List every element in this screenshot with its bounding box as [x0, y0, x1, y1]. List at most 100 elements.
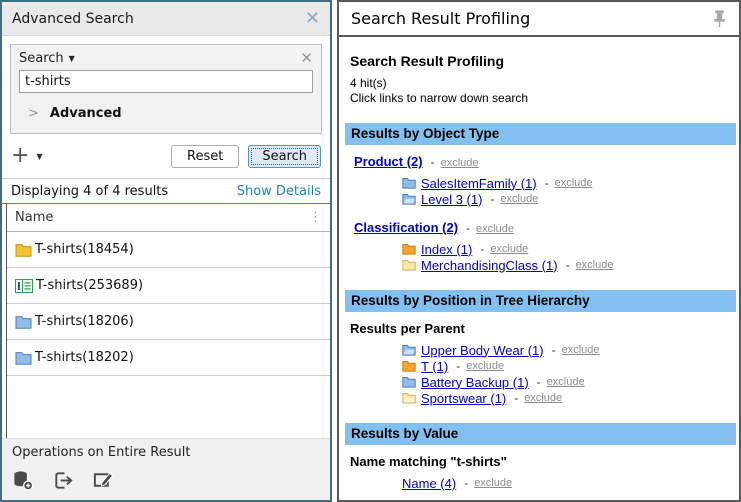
results-per-parent-heading: Results per Parent: [350, 321, 735, 336]
profiling-link[interactable]: Battery Backup (1): [421, 375, 529, 390]
profiling-link[interactable]: Name (4): [402, 476, 456, 491]
exclude-link[interactable]: exclude: [562, 344, 600, 356]
narrow-hint: Click links to narrow down search: [350, 91, 735, 106]
name-column-header[interactable]: Name: [15, 210, 53, 225]
profiling-link[interactable]: Upper Body Wear (1): [421, 343, 544, 358]
search-toolbar: + ▼ Reset Search: [2, 134, 330, 178]
result-label: T-shirts(253689): [36, 278, 143, 293]
search-button[interactable]: Search: [248, 145, 321, 168]
dash-separator: -: [552, 343, 556, 357]
search-type-dropdown[interactable]: Search: [19, 51, 64, 66]
exclude-link[interactable]: exclude: [476, 223, 514, 235]
advanced-search-titlebar: Advanced Search ✕: [2, 2, 330, 36]
profiling-link[interactable]: Level 3 (1): [421, 192, 482, 207]
advanced-label: Advanced: [50, 106, 122, 121]
dash-separator: -: [480, 242, 484, 256]
child-row: MerchandisingClass (1) - exclude: [402, 257, 735, 273]
dash-separator: -: [431, 155, 435, 169]
hit-count: 4 hit(s): [350, 76, 735, 91]
panel-title: Search Result Profiling: [351, 9, 530, 28]
profiling-heading: Search Result Profiling: [350, 53, 735, 69]
exclude-link[interactable]: exclude: [555, 177, 593, 189]
column-menu-icon[interactable]: ⋮: [309, 211, 322, 224]
panel-title: Advanced Search: [12, 11, 134, 27]
profiling-link[interactable]: MerchandisingClass (1): [421, 258, 558, 273]
profiling-link[interactable]: Index (1): [421, 242, 472, 257]
profiling-link[interactable]: Sportswear (1): [421, 391, 506, 406]
add-criterion-button[interactable]: +: [11, 145, 29, 167]
exclude-link[interactable]: exclude: [490, 243, 528, 255]
dash-separator: -: [466, 221, 470, 235]
profiling-link[interactable]: SalesItemFamily (1): [421, 176, 537, 191]
exclude-link[interactable]: exclude: [547, 376, 585, 388]
profiling-content: Search Result Profiling 4 hit(s) Click l…: [339, 37, 739, 500]
folder-blue-icon: [15, 315, 32, 329]
search-criteria-box: Search ▼ ✕ > Advanced: [10, 44, 322, 134]
dash-separator: -: [464, 476, 468, 490]
dash-separator: -: [456, 359, 460, 373]
child-row: SalesItemFamily (1) - exclude: [402, 175, 735, 191]
clear-criterion-icon[interactable]: ✕: [300, 51, 313, 66]
chevron-down-icon[interactable]: ▼: [69, 54, 75, 63]
folder-blue-icon: [15, 351, 32, 365]
folder-pale-yellow-open-icon: [402, 392, 416, 404]
child-row: Level 3 (1) - exclude: [402, 191, 735, 207]
profiling-link[interactable]: Product (2): [354, 154, 423, 169]
profiling-link[interactable]: T (1): [421, 359, 448, 374]
exclude-link[interactable]: exclude: [441, 157, 479, 169]
section-header-value: Results by Value: [345, 423, 736, 445]
search-result-profiling-panel: Search Result Profiling Search Result Pr…: [337, 0, 741, 502]
add-result-to-database-icon[interactable]: [12, 469, 35, 492]
folder-blue-icon: [402, 177, 416, 189]
name-matching-heading: Name matching "t-shirts": [350, 454, 735, 469]
exclude-link[interactable]: exclude: [466, 360, 504, 372]
pushpin-icon[interactable]: [712, 9, 727, 29]
group-row: Classification (2) - exclude: [354, 220, 735, 235]
profiling-link[interactable]: Classification (2): [354, 220, 458, 235]
dash-separator: -: [514, 391, 518, 405]
dash-separator: -: [537, 375, 541, 389]
result-label: T-shirts(18454): [35, 242, 134, 257]
folder-yellow-icon: [15, 243, 32, 257]
result-row[interactable]: T-shirts(18206): [7, 304, 330, 340]
folder-blue-open-icon: [402, 193, 416, 205]
folder-orange-icon: [402, 243, 416, 255]
group-row: Product (2) - exclude: [354, 154, 735, 169]
child-row: Battery Backup (1) - exclude: [402, 374, 735, 390]
search-input[interactable]: [19, 70, 313, 93]
show-details-link[interactable]: Show Details: [237, 184, 321, 199]
export-result-icon[interactable]: [52, 469, 75, 492]
result-row[interactable]: T-shirts(253689): [7, 268, 330, 304]
results-table: Name ⋮ T-shirts(18454) T-shirts(253689): [6, 204, 330, 438]
child-row: Index (1) - exclude: [402, 241, 735, 257]
reset-button[interactable]: Reset: [171, 145, 239, 168]
exclude-link[interactable]: exclude: [500, 193, 538, 205]
dash-separator: -: [545, 176, 549, 190]
advanced-toggle[interactable]: > Advanced: [19, 106, 313, 121]
exclude-link[interactable]: exclude: [576, 259, 614, 271]
result-row[interactable]: T-shirts(18454): [7, 232, 330, 268]
close-icon[interactable]: ✕: [305, 10, 320, 28]
advanced-search-panel: Advanced Search ✕ Search ▼ ✕ > Advanced …: [0, 0, 332, 502]
exclude-link[interactable]: exclude: [474, 477, 512, 489]
chevron-right-icon: >: [28, 106, 39, 121]
result-label: T-shirts(18206): [35, 314, 134, 329]
edit-result-icon[interactable]: [92, 469, 115, 492]
section-header-tree-hierarchy: Results by Position in Tree Hierarchy: [345, 290, 736, 312]
operations-section: Operations on Entire Result: [2, 438, 330, 500]
exclude-link[interactable]: exclude: [524, 392, 562, 404]
section-header-object-type: Results by Object Type: [345, 123, 736, 145]
table-header: Name ⋮: [7, 204, 330, 232]
result-row[interactable]: T-shirts(18202): [7, 340, 330, 376]
child-row: Name (4) - exclude: [402, 475, 735, 491]
child-row: Sportswear (1) - exclude: [402, 390, 735, 406]
results-empty-area: [7, 376, 330, 438]
child-row: Upper Body Wear (1) - exclude: [402, 342, 735, 358]
operations-title: Operations on Entire Result: [2, 439, 330, 465]
add-criterion-caret-icon[interactable]: ▼: [36, 152, 42, 161]
profiling-titlebar: Search Result Profiling: [339, 2, 739, 37]
result-label: T-shirts(18202): [35, 350, 134, 365]
dash-separator: -: [490, 192, 494, 206]
child-row: T (1) - exclude: [402, 358, 735, 374]
folder-blue-open-icon: [402, 344, 416, 356]
